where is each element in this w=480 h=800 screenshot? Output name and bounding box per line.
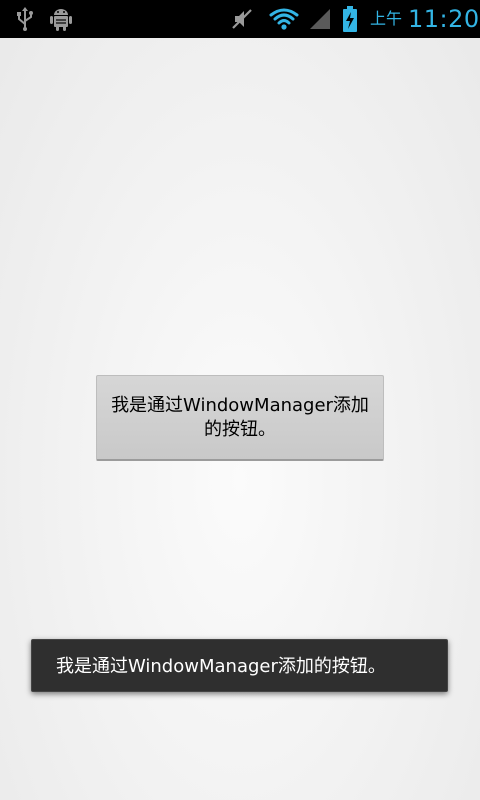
window-manager-button[interactable]: 我是通过WindowManager添加的按钮。 bbox=[96, 375, 384, 461]
time-period: 上午 bbox=[370, 9, 403, 28]
usb-icon bbox=[14, 6, 36, 32]
toast-message: 我是通过WindowManager添加的按钮。 bbox=[31, 639, 448, 692]
status-bar: 上午 11:20 bbox=[0, 0, 480, 38]
mute-icon bbox=[230, 6, 254, 32]
wifi-icon bbox=[267, 6, 301, 32]
android-debug-icon bbox=[48, 6, 74, 32]
window-manager-button-label: 我是通过WindowManager添加的按钮。 bbox=[111, 394, 369, 440]
battery-charging-icon bbox=[342, 6, 358, 32]
toast-text: 我是通过WindowManager添加的按钮。 bbox=[56, 656, 386, 677]
clock: 11:20 bbox=[408, 5, 480, 33]
signal-icon bbox=[307, 6, 333, 32]
